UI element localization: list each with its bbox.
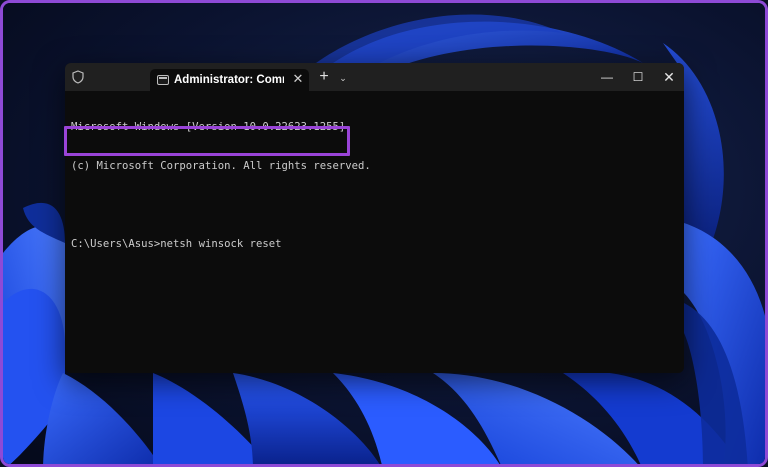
close-button[interactable]: ✕ — [653, 63, 684, 91]
new-tab-button[interactable]: + — [316, 69, 332, 85]
command-line[interactable]: C:\Users\Asus>netsh winsock reset — [71, 238, 671, 251]
command-text: netsh winsock reset — [160, 238, 282, 250]
console-output[interactable]: Microsoft Windows [Version 10.0.22623.12… — [71, 95, 671, 277]
prompt-path: C:\Users\Asus> — [71, 238, 161, 250]
terminal-window: Administrator: Command Prompt ✕ + ⌄ — ☐ … — [65, 63, 684, 373]
tab-title: Administrator: Command Prompt — [174, 74, 284, 86]
title-bar[interactable]: Administrator: Command Prompt ✕ + ⌄ — ☐ … — [65, 63, 684, 91]
console-line: (c) Microsoft Corporation. All rights re… — [71, 160, 371, 172]
maximize-button[interactable]: ☐ — [622, 63, 654, 91]
command-highlight-box — [64, 126, 350, 156]
minimize-button[interactable]: — — [591, 63, 623, 91]
screenshot-frame: Administrator: Command Prompt ✕ + ⌄ — ☐ … — [0, 0, 768, 467]
chevron-down-icon[interactable]: ⌄ — [336, 71, 350, 85]
tab-command-prompt[interactable]: Administrator: Command Prompt ✕ — [150, 69, 309, 91]
shield-icon — [72, 70, 84, 84]
tab-close-button[interactable]: ✕ — [291, 71, 305, 87]
terminal-tab-icon — [157, 75, 169, 85]
